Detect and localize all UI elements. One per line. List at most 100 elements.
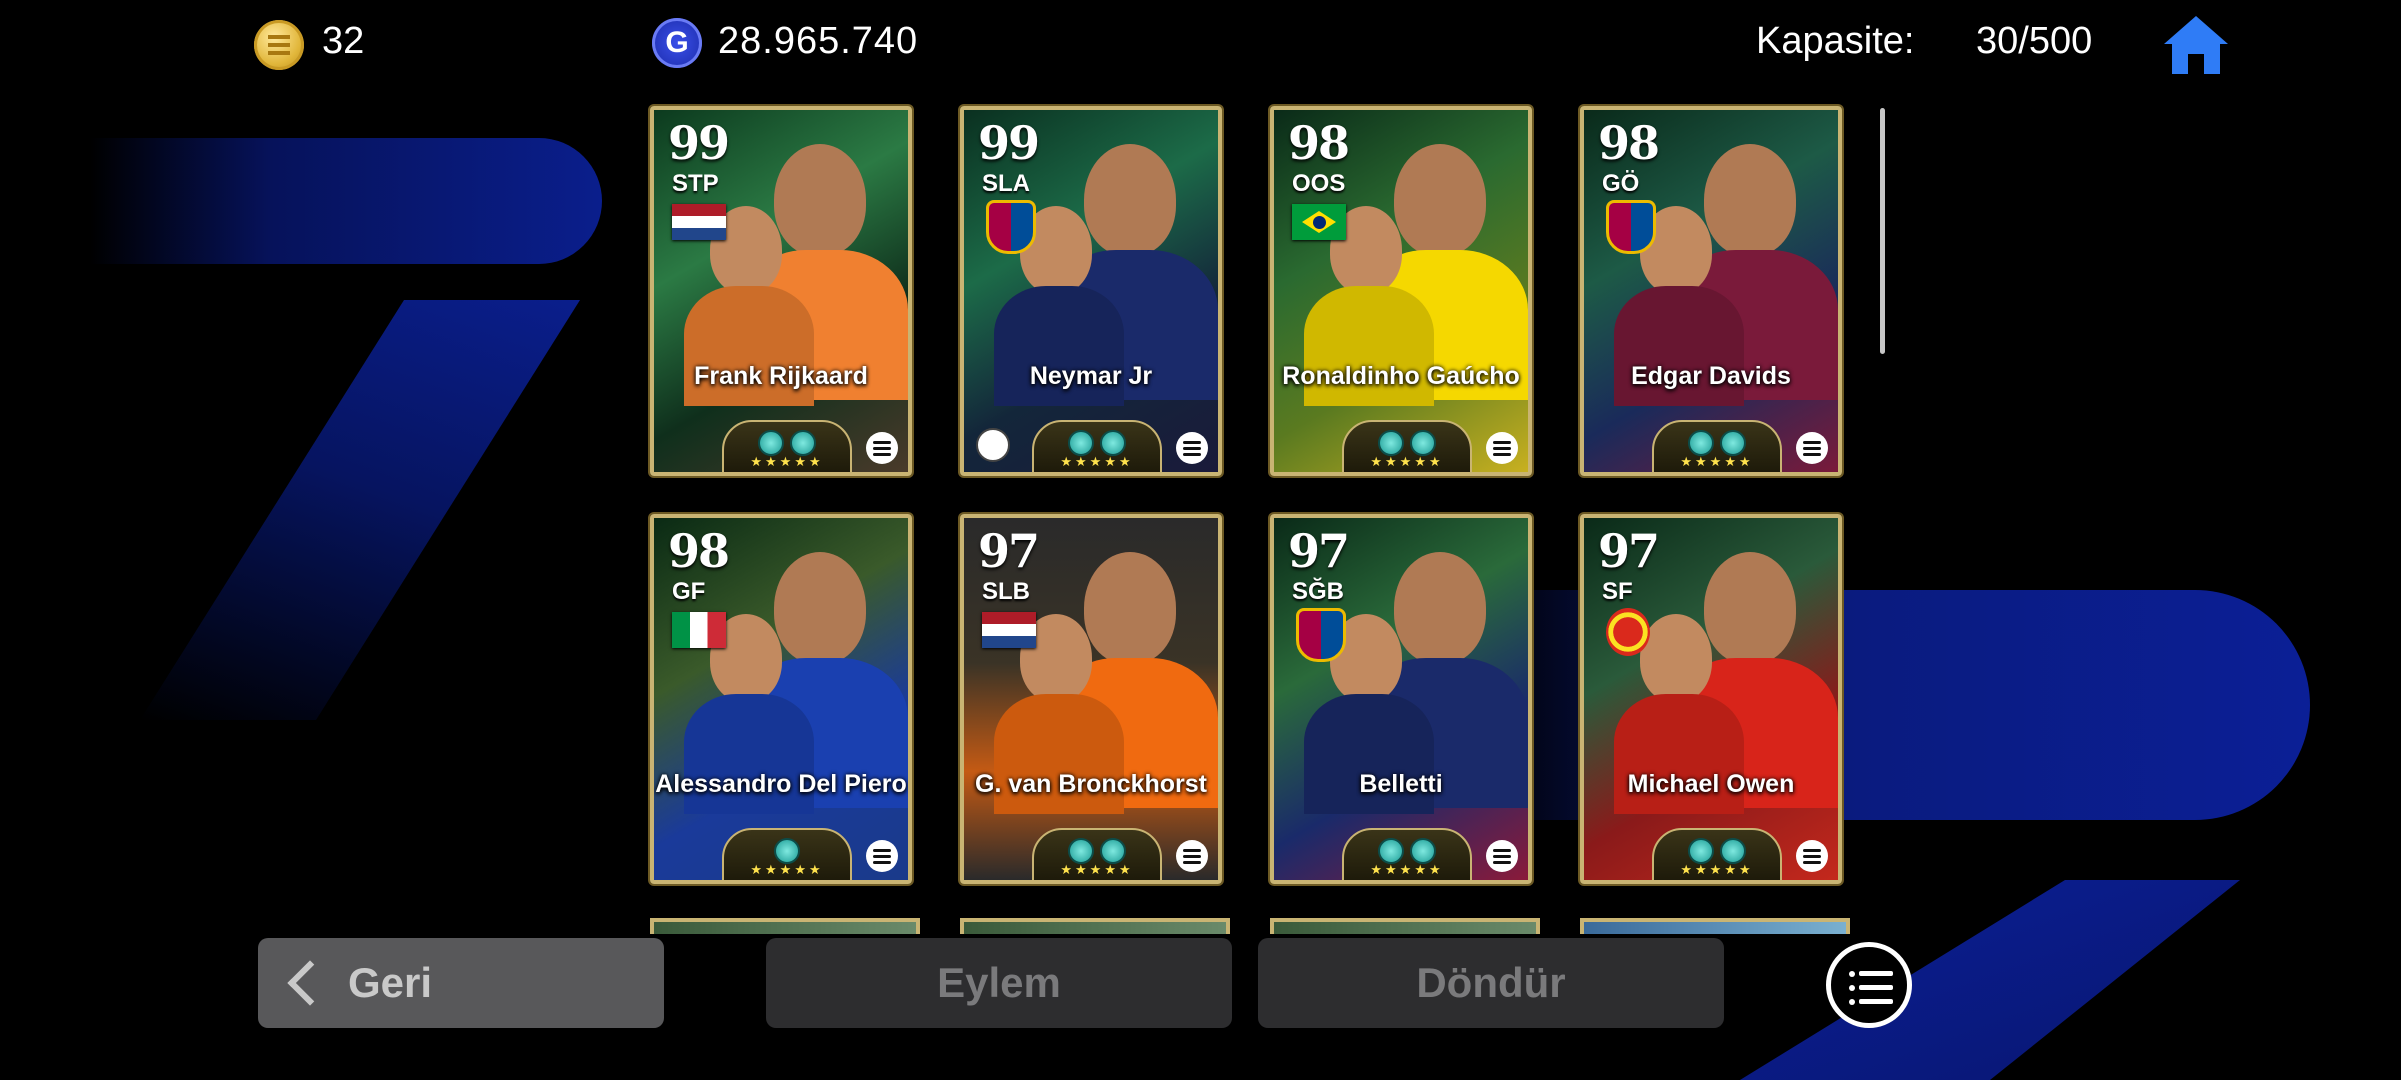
star-rating: ★★★★★ — [1370, 454, 1444, 469]
skill-icon — [1378, 430, 1404, 456]
coin-icon — [254, 20, 304, 70]
player-card[interactable]: 99 SLA Neymar Jr ★★★★★ — [960, 106, 1222, 476]
player-rating: 99 — [978, 116, 1040, 170]
player-rating: 99 — [668, 116, 730, 170]
brazil-flag-icon — [1292, 204, 1346, 240]
card-peek[interactable] — [960, 918, 1230, 934]
player-position: OOS — [1292, 170, 1346, 197]
card-plate: ★★★★★ — [1652, 828, 1782, 880]
efootball-logo-icon — [1176, 432, 1208, 464]
player-rating: 98 — [1288, 116, 1350, 170]
capacity-value: 30/500 — [1976, 20, 2093, 62]
skill-icon — [774, 838, 800, 864]
player-name: Neymar Jr — [1029, 362, 1153, 390]
efootball-logo-icon — [1176, 840, 1208, 872]
star-rating: ★★★★★ — [1060, 862, 1134, 877]
player-position: GÖ — [1602, 170, 1640, 197]
skill-icon — [790, 430, 816, 456]
background-stripe — [1740, 880, 2240, 1080]
player-card[interactable]: 97 SĞB Belletti ★★★★★ — [1270, 514, 1532, 884]
player-position: SĞB — [1292, 578, 1345, 605]
skill-icon — [1100, 430, 1126, 456]
card-plate: ★★★★★ — [1342, 828, 1472, 880]
player-rating: 97 — [978, 524, 1040, 578]
efootball-logo-icon — [1486, 432, 1518, 464]
player-card[interactable]: 99 STP Frank Rijkaard ★★★★★ — [650, 106, 912, 476]
rotate-button[interactable]: Döndür — [1258, 938, 1724, 1028]
player-position: SF — [1602, 578, 1633, 605]
star-rating: ★★★★★ — [1370, 862, 1444, 877]
player-position: GF — [672, 578, 706, 605]
player-rating: 97 — [1598, 524, 1660, 578]
player-position: SLB — [982, 578, 1030, 605]
barcelona-crest-icon — [986, 200, 1036, 254]
skill-icon — [1378, 838, 1404, 864]
card-peek[interactable] — [1580, 918, 1850, 934]
skill-icon — [1410, 430, 1436, 456]
star-rating: ★★★★★ — [750, 862, 824, 877]
player-position: SLA — [982, 170, 1030, 197]
card-plate: ★★★★★ — [722, 420, 852, 472]
card-plate: ★★★★★ — [1032, 420, 1162, 472]
back-button[interactable]: Geri — [258, 938, 664, 1028]
home-icon[interactable] — [2162, 14, 2230, 76]
skill-icon — [1100, 838, 1126, 864]
skill-icon — [1720, 430, 1746, 456]
card-peek[interactable] — [650, 918, 920, 934]
manchester-united-crest-icon — [1606, 608, 1650, 656]
card-plate: ★★★★★ — [1652, 420, 1782, 472]
chevron-left-icon — [287, 960, 333, 1006]
player-card[interactable]: 97 SF Michael Owen ★★★★★ — [1580, 514, 1842, 884]
efootball-logo-icon — [866, 432, 898, 464]
skill-icon — [758, 430, 784, 456]
player-name: Frank Rijkaard — [694, 362, 868, 390]
special-badge-icon — [976, 428, 1010, 462]
player-card[interactable]: 98 OOS Ronaldinho Gaúcho ★★★★★ — [1270, 106, 1532, 476]
list-menu-icon[interactable] — [1826, 942, 1912, 1028]
skill-icon — [1068, 838, 1094, 864]
capacity-label: Kapasite: — [1756, 20, 1915, 62]
efootball-logo-icon — [1796, 432, 1828, 464]
top-bar: 32 G 28.965.740 Kapasite: 30/500 — [0, 0, 2401, 84]
skill-icon — [1688, 430, 1714, 456]
background-stripe — [90, 138, 602, 264]
scrollbar[interactable] — [1880, 108, 1885, 354]
italy-flag-icon — [672, 612, 726, 648]
player-name: Belletti — [1359, 770, 1443, 798]
rotate-button-label: Döndür — [1416, 959, 1566, 1006]
efootball-logo-icon — [1486, 840, 1518, 872]
player-name: Edgar Davids — [1631, 362, 1791, 390]
player-position: STP — [672, 170, 719, 197]
action-button-label: Eylem — [937, 959, 1061, 1006]
player-rating: 97 — [1288, 524, 1350, 578]
card-peek[interactable] — [1270, 918, 1540, 934]
netherlands-flag-icon — [982, 612, 1036, 648]
efootball-logo-icon — [1796, 840, 1828, 872]
skill-icon — [1410, 838, 1436, 864]
skill-icon — [1720, 838, 1746, 864]
player-rating: 98 — [1598, 116, 1660, 170]
skill-icon — [1068, 430, 1094, 456]
background-stripe — [140, 300, 580, 720]
player-rating: 98 — [668, 524, 730, 578]
barcelona-crest-icon — [1606, 200, 1656, 254]
card-plate: ★★★★★ — [1032, 828, 1162, 880]
star-rating: ★★★★★ — [750, 454, 824, 469]
star-rating: ★★★★★ — [1060, 454, 1134, 469]
skill-icon — [1688, 838, 1714, 864]
star-rating: ★★★★★ — [1680, 454, 1754, 469]
player-name: Michael Owen — [1627, 770, 1795, 798]
gp-balance: 28.965.740 — [718, 20, 919, 62]
action-button[interactable]: Eylem — [766, 938, 1232, 1028]
card-plate: ★★★★★ — [722, 828, 852, 880]
efootball-logo-icon — [866, 840, 898, 872]
player-card[interactable]: 98 GF Alessandro Del Piero ★★★★★ — [650, 514, 912, 884]
card-plate: ★★★★★ — [1342, 420, 1472, 472]
coin-balance: 32 — [322, 20, 365, 62]
player-name: Ronaldinho Gaúcho — [1282, 362, 1520, 390]
barcelona-crest-icon — [1296, 608, 1346, 662]
player-name: G. van Bronckhorst — [975, 770, 1207, 798]
player-card[interactable]: 98 GÖ Edgar Davids ★★★★★ — [1580, 106, 1842, 476]
star-rating: ★★★★★ — [1680, 862, 1754, 877]
player-card[interactable]: 97 SLB G. van Bronckhorst ★★★★★ — [960, 514, 1222, 884]
